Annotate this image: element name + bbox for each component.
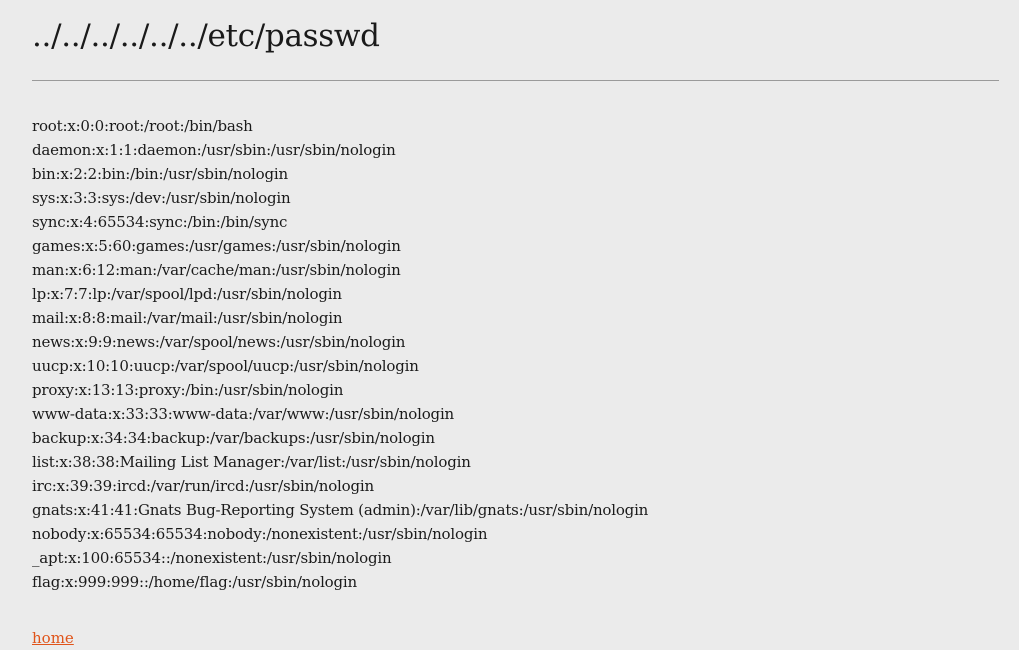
file-line: backup:x:34:34:backup:/var/backups:/usr/… xyxy=(32,429,435,447)
file-line: _apt:x:100:65534::/nonexistent:/usr/sbin… xyxy=(32,549,392,567)
file-line: uucp:x:10:10:uucp:/var/spool/uucp:/usr/s… xyxy=(32,357,419,375)
file-line: gnats:x:41:41:Gnats Bug-Reporting System… xyxy=(32,501,649,519)
file-line: games:x:5:60:games:/usr/games:/usr/sbin/… xyxy=(32,237,401,255)
file-line: sys:x:3:3:sys:/dev:/usr/sbin/nologin xyxy=(32,189,291,207)
file-line: list:x:38:38:Mailing List Manager:/var/l… xyxy=(32,453,471,471)
page-title: ../../../../../../etc/passwd xyxy=(32,18,380,54)
file-line: mail:x:8:8:mail:/var/mail:/usr/sbin/nolo… xyxy=(32,309,343,327)
file-line: daemon:x:1:1:daemon:/usr/sbin:/usr/sbin/… xyxy=(32,141,396,159)
file-line: bin:x:2:2:bin:/bin:/usr/sbin/nologin xyxy=(32,165,288,183)
file-line: flag:x:999:999::/home/flag:/usr/sbin/nol… xyxy=(32,573,357,591)
file-content: root:x:0:0:root:/root:/bin/bash daemon:x… xyxy=(32,114,648,594)
title-divider xyxy=(32,80,999,81)
file-line: lp:x:7:7:lp:/var/spool/lpd:/usr/sbin/nol… xyxy=(32,285,342,303)
file-line: nobody:x:65534:65534:nobody:/nonexistent… xyxy=(32,525,488,543)
file-line: root:x:0:0:root:/root:/bin/bash xyxy=(32,117,253,135)
file-line: news:x:9:9:news:/var/spool/news:/usr/sbi… xyxy=(32,333,406,351)
file-line: proxy:x:13:13:proxy:/bin:/usr/sbin/nolog… xyxy=(32,381,344,399)
file-line: irc:x:39:39:ircd:/var/run/ircd:/usr/sbin… xyxy=(32,477,374,495)
file-line: www-data:x:33:33:www-data:/var/www:/usr/… xyxy=(32,405,455,423)
file-line: man:x:6:12:man:/var/cache/man:/usr/sbin/… xyxy=(32,261,401,279)
file-line: sync:x:4:65534:sync:/bin:/bin/sync xyxy=(32,213,288,231)
home-link[interactable]: home xyxy=(32,626,74,650)
